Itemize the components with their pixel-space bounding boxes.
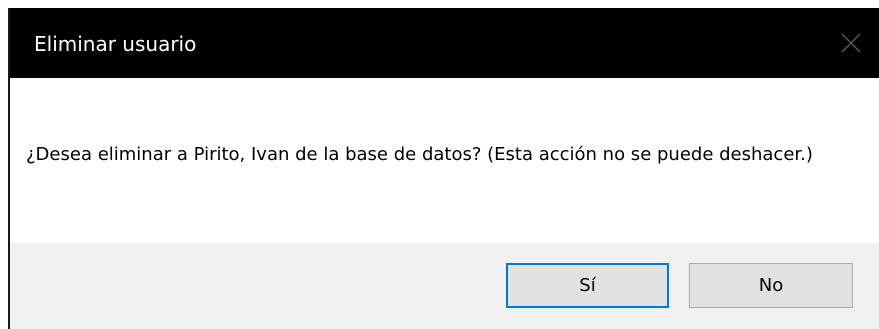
- dialog-footer: Sí No: [10, 243, 879, 329]
- yes-button[interactable]: Sí: [506, 263, 669, 308]
- dialog-content: ¿Desea eliminar a Pirito, Ivan de la bas…: [10, 78, 879, 243]
- dialog-title: Eliminar usuario: [34, 32, 197, 56]
- no-button[interactable]: No: [689, 263, 853, 308]
- title-bar[interactable]: Eliminar usuario: [10, 8, 879, 78]
- close-icon: [841, 33, 861, 53]
- confirm-dialog: Eliminar usuario ¿Desea eliminar a Pirit…: [8, 8, 879, 329]
- confirmation-message: ¿Desea eliminar a Pirito, Ivan de la bas…: [26, 144, 813, 165]
- close-button[interactable]: [833, 8, 879, 78]
